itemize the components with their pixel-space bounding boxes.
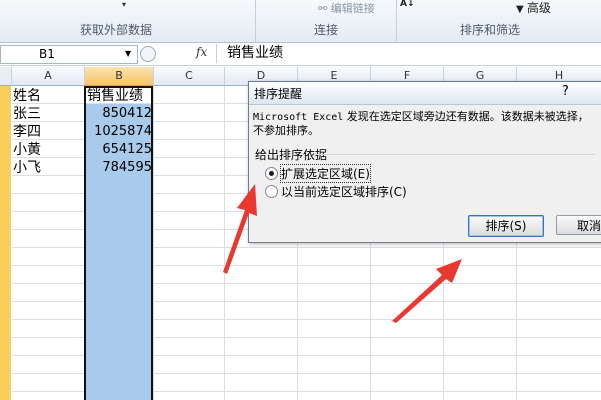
- insert-function-icon[interactable]: fx: [196, 45, 207, 59]
- ribbon-separator: [396, 0, 397, 42]
- sort-button[interactable]: 排序(S): [468, 215, 544, 237]
- filter-icon: ▼: [516, 4, 527, 15]
- name-box[interactable]: B1 ▼: [0, 45, 138, 64]
- ribbon-separator: [255, 0, 256, 42]
- arrow-icon: [223, 184, 257, 274]
- formula-bar: B1 ▼ fx 销售业绩: [0, 43, 601, 66]
- cell-value[interactable]: 654125: [86, 141, 152, 159]
- expand-selection-radio[interactable]: [265, 167, 278, 180]
- sort-az-icon[interactable]: A↓: [400, 0, 415, 9]
- chevron-down-icon[interactable]: ▼: [125, 49, 131, 58]
- formula-bar-circle-icon: [140, 46, 156, 62]
- ribbon-dropdown-icon[interactable]: ▾: [122, 0, 126, 9]
- ribbon: ▾ 获取外部数据 ⚯ 编辑链接 连接 A↓ 排序和筛选 ▼ 高级: [0, 0, 601, 43]
- message-line-2: 不参加排序。: [253, 124, 319, 137]
- row-headers[interactable]: [0, 86, 11, 400]
- cell-name[interactable]: 张三: [13, 105, 41, 123]
- advanced-label: 高级: [526, 1, 551, 15]
- message-text: 发现在选定区域旁边还有数据。该数据未被选择，: [343, 110, 589, 123]
- formula-input[interactable]: 销售业绩: [216, 44, 601, 63]
- sort-warning-dialog: 排序提醒 ? Microsoft Excel 发现在选定区域旁边还有数据。该数据…: [248, 81, 601, 243]
- cell-value[interactable]: 850412: [86, 105, 152, 123]
- group-sort-filter: 排序和筛选: [460, 23, 521, 37]
- arrow-icon: [392, 259, 462, 323]
- group-divider: [315, 154, 595, 155]
- message-app-name: Microsoft Excel: [253, 112, 344, 123]
- dialog-message: Microsoft Excel 发现在选定区域旁边还有数据。该数据未被选择， 不…: [253, 110, 601, 137]
- current-selection-radio[interactable]: [265, 185, 278, 198]
- cell-value[interactable]: 784595: [86, 159, 152, 177]
- grid-line: [153, 86, 154, 400]
- cell-value[interactable]: 1025874: [86, 123, 152, 141]
- column-header-b[interactable]: B: [85, 67, 154, 86]
- cell-name[interactable]: 李四: [13, 123, 41, 141]
- advanced-filter-button[interactable]: ▼ 高级: [516, 0, 551, 16]
- cell-a1[interactable]: 姓名: [13, 87, 41, 105]
- expand-selection-label[interactable]: 扩展选定区域(E): [280, 164, 371, 183]
- column-header-a[interactable]: A: [12, 67, 85, 86]
- cancel-button[interactable]: 取消: [556, 215, 601, 235]
- current-selection-label[interactable]: 以当前选定区域排序(C): [281, 183, 407, 200]
- edit-links-label: 编辑链接: [330, 2, 375, 15]
- link-icon: ⚯: [318, 2, 331, 15]
- name-box-value: B1: [39, 47, 55, 61]
- cell-name[interactable]: 小飞: [13, 159, 41, 177]
- column-header-c[interactable]: C: [154, 67, 225, 86]
- cell-b1[interactable]: 销售业绩: [87, 87, 143, 105]
- dialog-title-bar[interactable]: 排序提醒 ?: [249, 82, 601, 105]
- group-get-external-data: 获取外部数据: [80, 23, 153, 37]
- edit-links-button[interactable]: ⚯ 编辑链接: [318, 0, 375, 16]
- help-icon[interactable]: ?: [562, 84, 569, 99]
- cell-name[interactable]: 小黄: [13, 141, 41, 159]
- group-connections: 连接: [314, 23, 339, 37]
- select-all-corner[interactable]: [0, 67, 12, 86]
- dialog-title: 排序提醒: [254, 87, 303, 101]
